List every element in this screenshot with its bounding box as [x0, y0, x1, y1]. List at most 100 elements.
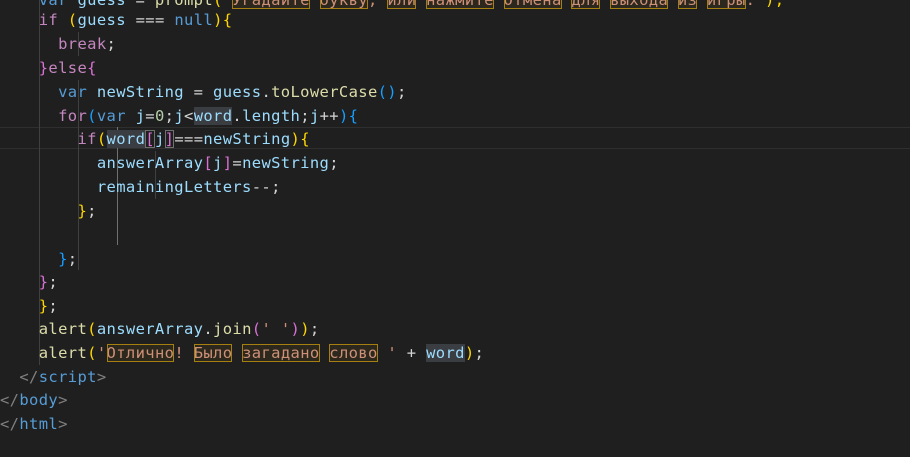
semicolon: ;: [106, 35, 117, 53]
variable-remainingletters: remainingLetters: [96, 178, 252, 196]
code-line-close-for[interactable]: };: [0, 247, 77, 271]
bracket-close: ): [290, 130, 301, 148]
brace-close: }: [58, 250, 68, 268]
tag-open-bracket: </: [0, 415, 20, 433]
keyword-else: else: [48, 59, 88, 77]
brace-close: }: [38, 59, 49, 77]
code-line-if-null[interactable]: if (guess === null){: [0, 8, 232, 32]
variable-word-highlighted: word: [426, 344, 465, 362]
string-space: [668, 0, 678, 9]
semicolon: ;: [300, 107, 310, 125]
string-word: нажмите: [426, 0, 494, 9]
variable-j: j: [213, 154, 223, 172]
variable-newstring: newString: [96, 83, 184, 101]
code-line-assign[interactable]: answerArray[j]=newString;: [0, 151, 339, 175]
operator-plus: +: [397, 344, 427, 362]
brace-open: {: [300, 130, 310, 148]
bracket-close: ): [300, 320, 310, 338]
code-line-newstring[interactable]: var newString = guess.toLowerCase();: [0, 80, 407, 104]
function-alert: alert: [38, 344, 88, 362]
brace-close: }: [38, 273, 49, 291]
keyword-var: var: [58, 83, 88, 101]
dot: .: [232, 107, 243, 125]
keyword-if: if: [77, 130, 97, 148]
string-space: [232, 344, 242, 362]
code-line-alert-result[interactable]: alert('Отлично! Было загадано слово ' + …: [0, 341, 484, 365]
operator-strict-equal: ===: [174, 130, 204, 148]
code-line-break[interactable]: break;: [0, 32, 116, 56]
function-join: join: [213, 320, 252, 338]
semicolon: ;: [48, 297, 59, 315]
tag-open-bracket: </: [0, 391, 20, 409]
string-space: [600, 0, 610, 9]
code-line-close-while[interactable]: };: [0, 294, 58, 318]
semicolon: ;: [48, 273, 59, 291]
operator-assign: =: [145, 107, 155, 125]
brace-close: }: [77, 202, 88, 220]
variable-j: j: [174, 107, 184, 125]
function-tolowercase: toLowerCase: [271, 83, 378, 101]
parens: (): [377, 83, 397, 101]
bracket-close: ): [464, 344, 475, 362]
code-line-close-script[interactable]: </script>: [0, 365, 107, 389]
string-space: [320, 344, 330, 362]
tag-open-bracket: </: [19, 368, 39, 386]
variable-word-highlighted: word: [106, 130, 146, 148]
string-word: слово: [329, 344, 378, 362]
bracket-open: (: [96, 130, 107, 148]
code-line-close-body[interactable]: </body>: [0, 388, 68, 412]
code-line-close-if[interactable]: };: [0, 199, 97, 223]
bracket-open: [: [203, 154, 214, 172]
string-space: [494, 0, 504, 9]
string-word: выхода: [610, 0, 669, 9]
brace-close: }: [38, 297, 49, 315]
code-editor[interactable]: var guess = prompt("Угадайте букву, или …: [0, 0, 910, 457]
variable-j: j: [135, 107, 146, 125]
code-line-close-html[interactable]: </html>: [0, 412, 68, 436]
string-word: Отлично: [106, 344, 175, 362]
code-line-close-else[interactable]: };: [0, 270, 58, 294]
bracket-close: );: [765, 0, 785, 9]
variable-newstring: newString: [242, 154, 330, 172]
variable-answerarray: answerArray: [96, 154, 204, 172]
variable-guess: guess: [77, 11, 126, 29]
string-word: или: [387, 0, 417, 9]
tag-close-bracket: >: [58, 415, 68, 433]
code-line-alert-join[interactable]: alert(answerArray.join(' '));: [0, 317, 320, 341]
code-line-for[interactable]: for(var j=0;j<word.length;j++){: [0, 104, 358, 128]
bracket-open: (: [251, 320, 262, 338]
bracket-open: (: [87, 320, 97, 338]
semicolon: ;: [164, 107, 175, 125]
variable-j: j: [154, 130, 165, 148]
code-line-else[interactable]: }else{: [0, 56, 97, 80]
bracket-close: ): [338, 107, 349, 125]
semicolon: ;: [474, 344, 485, 362]
string-end: ': [377, 344, 398, 362]
brace-open: {: [87, 59, 97, 77]
function-alert: alert: [38, 320, 88, 338]
code-line-if-word[interactable]: if(word[j]===newString){: [0, 127, 310, 151]
string-word: Было: [193, 344, 233, 362]
string-space: ,: [367, 0, 388, 9]
code-line-remaining[interactable]: remainingLetters--;: [0, 175, 281, 199]
operator-less-than: <: [184, 107, 194, 125]
string-word: игры: [706, 0, 746, 9]
string-word: из: [677, 0, 698, 9]
bracket-close: ]: [222, 154, 233, 172]
operator-strict-equal: ===: [125, 11, 175, 29]
bracket-close: ): [213, 11, 223, 29]
variable-word-highlighted: word: [193, 107, 233, 125]
string-space: ' ': [261, 320, 291, 338]
